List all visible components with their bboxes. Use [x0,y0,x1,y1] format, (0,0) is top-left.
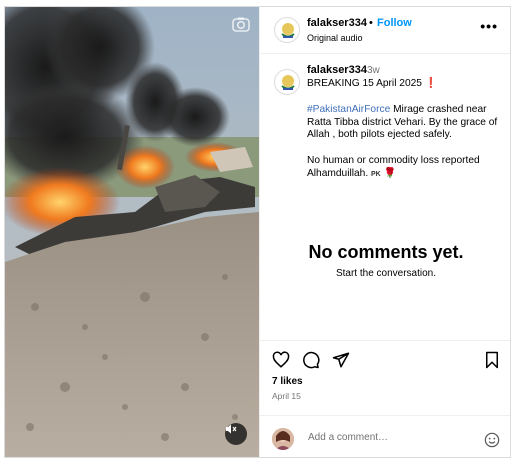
pk-flag-emoji: PK [371,170,381,178]
caption-timestamp[interactable]: 3w [367,65,380,76]
likes-count[interactable]: 7 likes [272,376,303,387]
post-video[interactable] [5,7,259,457]
bookmark-icon[interactable] [483,351,501,369]
heart-icon[interactable] [272,351,290,369]
author-avatar[interactable] [274,17,300,43]
more-options-icon[interactable]: ••• [480,19,498,33]
follow-button[interactable]: Follow [377,17,412,29]
avatar-logo-image [277,20,299,42]
actions-divider [260,340,510,341]
caption-text: BREAKING 15 April 2025 ❗ #PakistanAirFor… [307,78,507,182]
add-comment-bar [260,415,510,457]
comment-bubble-icon[interactable] [302,351,320,369]
hashtag-link[interactable]: #PakistanAirForce [307,104,390,115]
add-comment-input[interactable] [308,432,468,443]
crash-scene-image [5,7,259,457]
volume-muted-icon [226,424,237,434]
paper-plane-icon[interactable] [332,351,350,369]
post-header: falakser334 • Follow Original audio ••• [260,7,510,54]
post-dialog: falakser334 • Follow Original audio ••• … [4,6,511,458]
post-date[interactable]: April 15 [272,391,301,401]
emoji-smile-icon[interactable] [484,432,500,448]
no-comments-title: No comments yet. [308,242,464,262]
start-conversation-text: Start the conversation. [335,268,437,279]
instagram-camera-icon [231,15,251,35]
post-details-panel: falakser334 • Follow Original audio ••• … [259,7,510,457]
rose-emoji: 🌹 [383,167,397,179]
caption-author-avatar[interactable] [274,69,300,95]
caption-line-breaking: BREAKING 15 April 2025 [307,78,422,89]
mute-toggle-button[interactable] [225,423,247,445]
current-user-avatar [272,428,294,450]
separator-dot: • [369,17,373,29]
caption-username[interactable]: falakser334 [307,64,367,76]
avatar-logo-image [277,72,299,94]
exclamation-emoji: ❗ [424,78,438,89]
original-audio-link[interactable]: Original audio [307,33,363,43]
author-username[interactable]: falakser334 [307,17,367,29]
